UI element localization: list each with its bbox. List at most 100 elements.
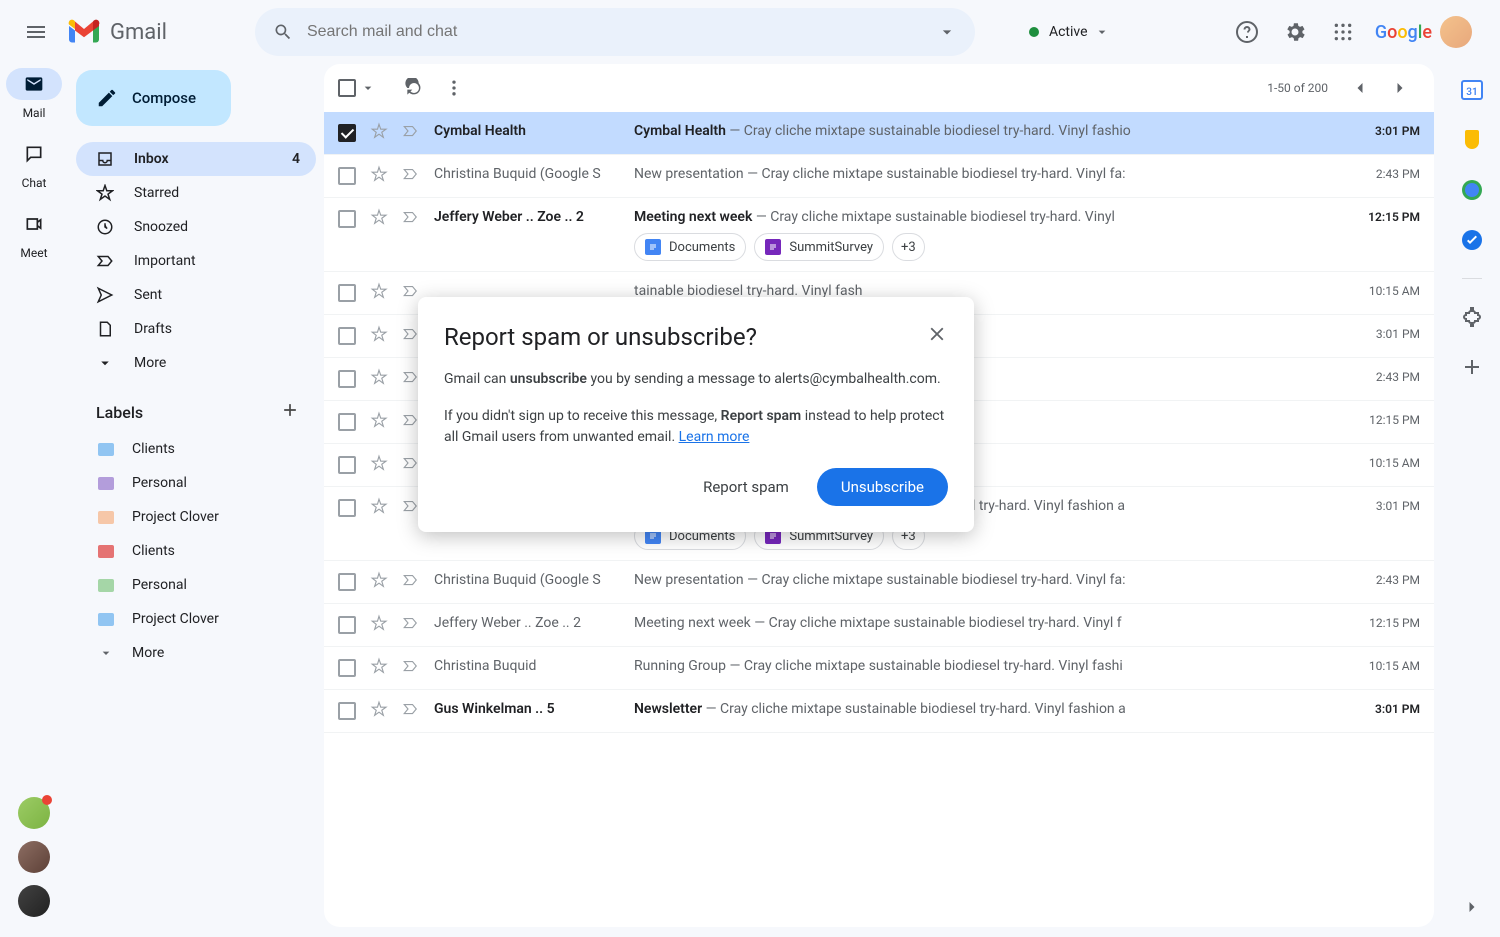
- row-checkbox[interactable]: [338, 124, 356, 142]
- row-checkbox[interactable]: [338, 327, 356, 345]
- row-checkbox[interactable]: [338, 702, 356, 720]
- row-checkbox[interactable]: [338, 616, 356, 634]
- nav-sent[interactable]: Sent: [76, 278, 316, 312]
- status-chip[interactable]: Active: [1015, 12, 1124, 52]
- attachment-chip[interactable]: Documents: [634, 233, 746, 261]
- star-button[interactable]: [370, 454, 388, 476]
- timestamp: 2:43 PM: [1350, 368, 1420, 384]
- tasks-icon[interactable]: [1460, 178, 1484, 202]
- chat-avatar-2[interactable]: [18, 841, 50, 873]
- row-checkbox[interactable]: [338, 210, 356, 228]
- nav-snoozed[interactable]: Snoozed: [76, 210, 316, 244]
- star-button[interactable]: [370, 571, 388, 593]
- settings-button[interactable]: [1275, 12, 1315, 52]
- attachment-more[interactable]: +3: [892, 233, 925, 261]
- label-item[interactable]: Project Clover: [76, 500, 316, 534]
- star-button[interactable]: [370, 614, 388, 636]
- more-button[interactable]: [434, 68, 474, 108]
- select-all-checkbox[interactable]: [338, 79, 376, 97]
- collapse-panel-button[interactable]: [1462, 897, 1482, 917]
- row-checkbox[interactable]: [338, 167, 356, 185]
- search-options-icon[interactable]: [927, 12, 967, 52]
- account-button[interactable]: Google: [1371, 12, 1480, 52]
- apps-button[interactable]: [1323, 12, 1363, 52]
- nav-drafts[interactable]: Drafts: [76, 312, 316, 346]
- rail-item-chat[interactable]: Chat: [6, 138, 62, 190]
- search-input[interactable]: [303, 23, 927, 41]
- rail-item-mail[interactable]: Mail: [6, 68, 62, 120]
- chevron-down-icon: [360, 80, 376, 96]
- learn-more-link[interactable]: Learn more: [679, 429, 750, 445]
- important-button[interactable]: [402, 571, 420, 593]
- report-spam-button[interactable]: Report spam: [695, 468, 797, 506]
- email-row[interactable]: Cymbal Health Cymbal Health — Cray clich…: [324, 112, 1434, 155]
- close-icon: [926, 323, 948, 345]
- star-button[interactable]: [370, 497, 388, 519]
- important-button[interactable]: [402, 165, 420, 187]
- important-button[interactable]: [402, 282, 420, 304]
- addons-icon[interactable]: [1460, 305, 1484, 329]
- star-button[interactable]: [370, 411, 388, 433]
- add-label-button[interactable]: [280, 400, 300, 424]
- email-row[interactable]: Christina Buquid Running Group — Cray cl…: [324, 647, 1434, 690]
- nav-more[interactable]: More: [76, 346, 316, 380]
- important-button[interactable]: [402, 700, 420, 722]
- star-button[interactable]: [370, 282, 388, 304]
- search-icon[interactable]: [263, 12, 303, 52]
- important-button[interactable]: [402, 614, 420, 636]
- row-checkbox[interactable]: [338, 413, 356, 431]
- row-checkbox[interactable]: [338, 370, 356, 388]
- search-bar[interactable]: [255, 8, 975, 56]
- nav-inbox[interactable]: Inbox 4: [76, 142, 316, 176]
- compose-button[interactable]: Compose: [76, 70, 231, 126]
- row-checkbox[interactable]: [338, 573, 356, 591]
- email-row[interactable]: Jeffery Weber .. Zoe .. 2 Meeting next w…: [324, 604, 1434, 647]
- label-item[interactable]: Clients: [76, 534, 316, 568]
- calendar-icon[interactable]: 31: [1460, 78, 1484, 102]
- email-row[interactable]: Christina Buquid (Google S New presentat…: [324, 155, 1434, 198]
- label-item[interactable]: Personal: [76, 466, 316, 500]
- important-button[interactable]: [402, 122, 420, 144]
- label-item[interactable]: Personal: [76, 568, 316, 602]
- help-button[interactable]: [1227, 12, 1267, 52]
- email-row[interactable]: Jeffery Weber .. Zoe .. 2 Meeting next w…: [324, 198, 1434, 272]
- next-page-button[interactable]: [1380, 68, 1420, 108]
- star-button[interactable]: [370, 165, 388, 187]
- labels-more[interactable]: More: [76, 636, 316, 670]
- row-checkbox[interactable]: [338, 499, 356, 517]
- important-button[interactable]: [402, 657, 420, 679]
- contacts-icon[interactable]: [1460, 228, 1484, 252]
- label-item[interactable]: Clients: [76, 432, 316, 466]
- row-body: Running Group — Cray cliche mixtape sust…: [634, 657, 1350, 674]
- row-checkbox[interactable]: [338, 284, 356, 302]
- star-button[interactable]: [370, 700, 388, 722]
- nav-starred[interactable]: Starred: [76, 176, 316, 210]
- add-icon[interactable]: [1460, 355, 1484, 379]
- label-item[interactable]: Project Clover: [76, 602, 316, 636]
- attachment-chip[interactable]: SummitSurvey: [754, 233, 884, 261]
- unsubscribe-button[interactable]: Unsubscribe: [817, 468, 948, 506]
- important-button[interactable]: [402, 208, 420, 230]
- menu-button[interactable]: [12, 8, 60, 56]
- star-button[interactable]: [370, 122, 388, 144]
- row-checkbox[interactable]: [338, 659, 356, 677]
- send-icon: [96, 286, 116, 304]
- nav-important[interactable]: Important: [76, 244, 316, 278]
- gmail-logo[interactable]: Gmail: [66, 18, 167, 46]
- rail-item-meet[interactable]: Meet: [6, 208, 62, 260]
- star-button[interactable]: [370, 657, 388, 679]
- dialog-close-button[interactable]: [926, 323, 948, 349]
- prev-page-button[interactable]: [1340, 68, 1380, 108]
- keep-icon[interactable]: [1460, 128, 1484, 152]
- email-row[interactable]: Gus Winkelman .. 5 Newsletter — Cray cli…: [324, 690, 1434, 733]
- star-button[interactable]: [370, 368, 388, 390]
- label-icon: [98, 477, 114, 490]
- chat-avatar-3[interactable]: [18, 885, 50, 917]
- email-row[interactable]: Christina Buquid (Google S New presentat…: [324, 561, 1434, 604]
- star-button[interactable]: [370, 325, 388, 347]
- chat-avatar-1[interactable]: [18, 797, 50, 829]
- refresh-button[interactable]: [394, 68, 434, 108]
- nav-label: Sent: [134, 287, 300, 303]
- row-checkbox[interactable]: [338, 456, 356, 474]
- star-button[interactable]: [370, 208, 388, 230]
